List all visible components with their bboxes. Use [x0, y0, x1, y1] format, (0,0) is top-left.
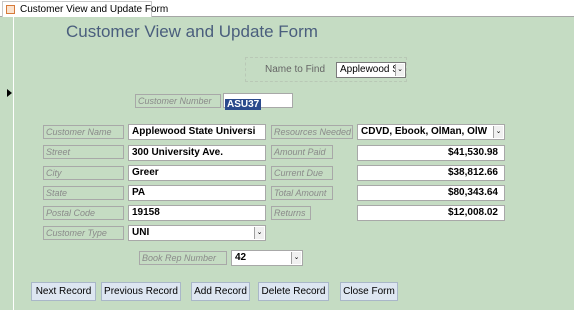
state-field[interactable]: PA — [128, 185, 266, 201]
amount-paid-label: Amount Paid — [271, 145, 333, 159]
form-icon — [6, 5, 15, 14]
postal-code-field[interactable]: 19158 — [128, 205, 266, 221]
returns-field[interactable]: $12,008.02 — [357, 205, 505, 221]
current-due-field[interactable]: $38,812.66 — [357, 165, 505, 181]
form-tab-label: Customer View and Update Form — [20, 4, 169, 15]
returns-label: Returns — [271, 206, 311, 220]
customer-number-value: ASU37 — [225, 99, 262, 110]
current-record-arrow-icon — [7, 89, 12, 97]
name-to-find-combo[interactable]: Applewood S ⌄ — [336, 62, 406, 78]
book-rep-number-value: 42 — [235, 252, 247, 263]
book-rep-number-label: Book Rep Number — [139, 251, 227, 265]
customer-type-combo[interactable]: UNI ⌄ — [128, 225, 266, 241]
postal-code-label: Postal Code — [43, 206, 124, 220]
next-record-button[interactable]: Next Record — [31, 282, 96, 301]
name-to-find-value: Applewood S — [340, 64, 399, 75]
resources-needed-label: Resources Needed — [271, 125, 353, 139]
customer-number-field[interactable]: ASU37 — [223, 93, 293, 110]
chevron-down-icon[interactable]: ⌄ — [395, 64, 404, 76]
customer-type-label: Customer Type — [43, 226, 124, 240]
chevron-down-icon[interactable]: ⌄ — [254, 227, 264, 239]
customer-name-field[interactable]: Applewood State Universi — [128, 124, 266, 140]
customer-type-value: UNI — [132, 227, 150, 238]
amount-paid-field[interactable]: $41,530.98 — [357, 145, 505, 161]
book-rep-number-combo[interactable]: 42 ⌄ — [231, 250, 303, 266]
resources-needed-combo[interactable]: CDVD, Ebook, OlMan, OlW ⌄ — [357, 124, 505, 140]
name-to-find-label: Name to Find — [265, 64, 326, 75]
city-label: City — [43, 166, 124, 180]
previous-record-button[interactable]: Previous Record — [101, 282, 181, 301]
resources-needed-value: CDVD, Ebook, OlMan, OlW — [361, 126, 488, 137]
add-record-button[interactable]: Add Record — [191, 282, 250, 301]
record-selector[interactable] — [0, 17, 14, 310]
street-field[interactable]: 300 University Ave. — [128, 145, 266, 161]
total-amount-field[interactable]: $80,343.64 — [357, 185, 505, 201]
current-due-label: Current Due — [271, 166, 333, 180]
form-tab[interactable]: Customer View and Update Form — [2, 1, 168, 17]
close-form-button[interactable]: Close Form — [340, 282, 398, 301]
street-label: Street — [43, 145, 124, 159]
city-field[interactable]: Greer — [128, 165, 266, 181]
chevron-down-icon[interactable]: ⌄ — [291, 252, 301, 264]
form-title: Customer View and Update Form — [66, 22, 318, 41]
state-label: State — [43, 186, 124, 200]
customer-name-label: Customer Name — [43, 125, 124, 139]
delete-record-button[interactable]: Delete Record — [258, 282, 329, 301]
document-tab-bar: Customer View and Update Form — [0, 0, 574, 17]
chevron-down-icon[interactable]: ⌄ — [493, 126, 503, 138]
customer-number-label: Customer Number — [135, 94, 221, 108]
total-amount-label: Total Amount — [271, 186, 333, 200]
